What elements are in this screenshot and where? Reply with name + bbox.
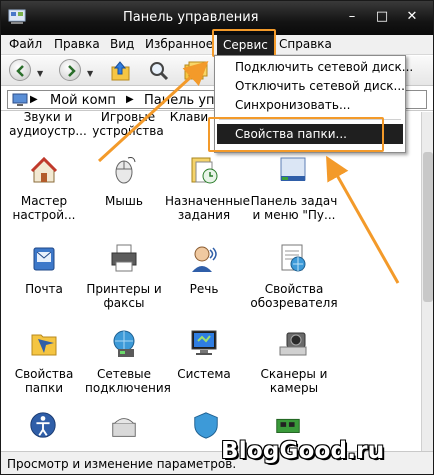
status-text: Просмотр и изменение параметров.	[7, 457, 237, 471]
folder-options-icon	[31, 334, 57, 356]
scrollbar-thumb[interactable]	[423, 152, 433, 302]
search-icon	[150, 62, 169, 81]
menu-disconnect-network-drive[interactable]: Отключить сетевой диск...	[235, 79, 405, 93]
computer-icon	[12, 93, 28, 106]
maximize-button[interactable]: □	[372, 8, 392, 26]
folders-button[interactable]	[183, 59, 209, 83]
menu-view[interactable]: Вид	[110, 37, 134, 51]
menu-favorites[interactable]: Избранное	[145, 37, 213, 51]
folders-icon	[184, 61, 208, 80]
scanner-icon	[279, 332, 307, 356]
setup-wizard-icon	[30, 156, 58, 183]
breadcrumb-my-computer[interactable]: Мой комп	[50, 93, 116, 108]
scheduled-tasks-icon	[191, 157, 218, 184]
up-folder-button[interactable]	[109, 59, 133, 83]
search-button[interactable]	[147, 59, 171, 83]
menu-map-network-drive[interactable]: Подключить сетевой диск...	[235, 60, 413, 74]
breadcrumb-separator-icon[interactable]: ▶	[126, 94, 134, 105]
taskbar-icon	[280, 157, 306, 181]
back-button[interactable]	[9, 59, 31, 81]
item-sounds-label[interactable]: Звуки и аудиоустр...	[9, 112, 87, 138]
minimize-button[interactable]: –	[342, 8, 362, 26]
phone-modem-icon[interactable]	[109, 412, 139, 442]
watermark: BlogGood.ru	[221, 438, 385, 464]
printer-icon	[111, 244, 137, 272]
control-panel-window: Панель управления – □ ✕ Файл Правка Вид …	[0, 0, 434, 475]
internet-options-icon	[281, 244, 306, 272]
menu-help[interactable]: Справка	[279, 37, 332, 51]
mouse-icon	[115, 157, 136, 184]
back-dropdown-icon[interactable]: ▼	[37, 69, 43, 78]
forward-button[interactable]	[59, 59, 81, 81]
annotation-box-tools-menu	[212, 29, 276, 57]
hardware-card-icon[interactable]	[273, 410, 303, 440]
forward-arrow-icon	[68, 65, 76, 77]
accessibility-icon[interactable]	[28, 410, 58, 440]
network-icon	[113, 330, 135, 357]
menu-synchronize[interactable]: Синхронизовать...	[235, 98, 350, 112]
up-folder-icon	[111, 61, 130, 81]
forward-dropdown-icon[interactable]: ▼	[87, 69, 93, 78]
control-panel-app-icon	[8, 9, 26, 24]
breadcrumb-arrow-icon[interactable]: ▶	[30, 94, 38, 105]
control-panel-content: Звуки и аудиоустр... Игровые устройства …	[1, 112, 421, 451]
menu-file[interactable]: Файл	[9, 37, 42, 51]
window-title: Панель управления	[123, 10, 259, 25]
item-keyboard-label[interactable]: Клави	[169, 112, 209, 124]
annotation-box-folder-options	[208, 117, 384, 152]
speech-icon	[192, 246, 217, 272]
system-icon	[191, 330, 217, 355]
close-button[interactable]: ✕	[402, 8, 422, 26]
item-game-devices-label[interactable]: Игровые устройства	[89, 112, 167, 138]
vertical-scrollbar[interactable]	[421, 112, 433, 451]
back-arrow-icon	[16, 65, 24, 77]
mail-icon	[33, 247, 55, 271]
security-center-icon[interactable]	[191, 410, 221, 440]
menu-edit[interactable]: Правка	[54, 37, 100, 51]
